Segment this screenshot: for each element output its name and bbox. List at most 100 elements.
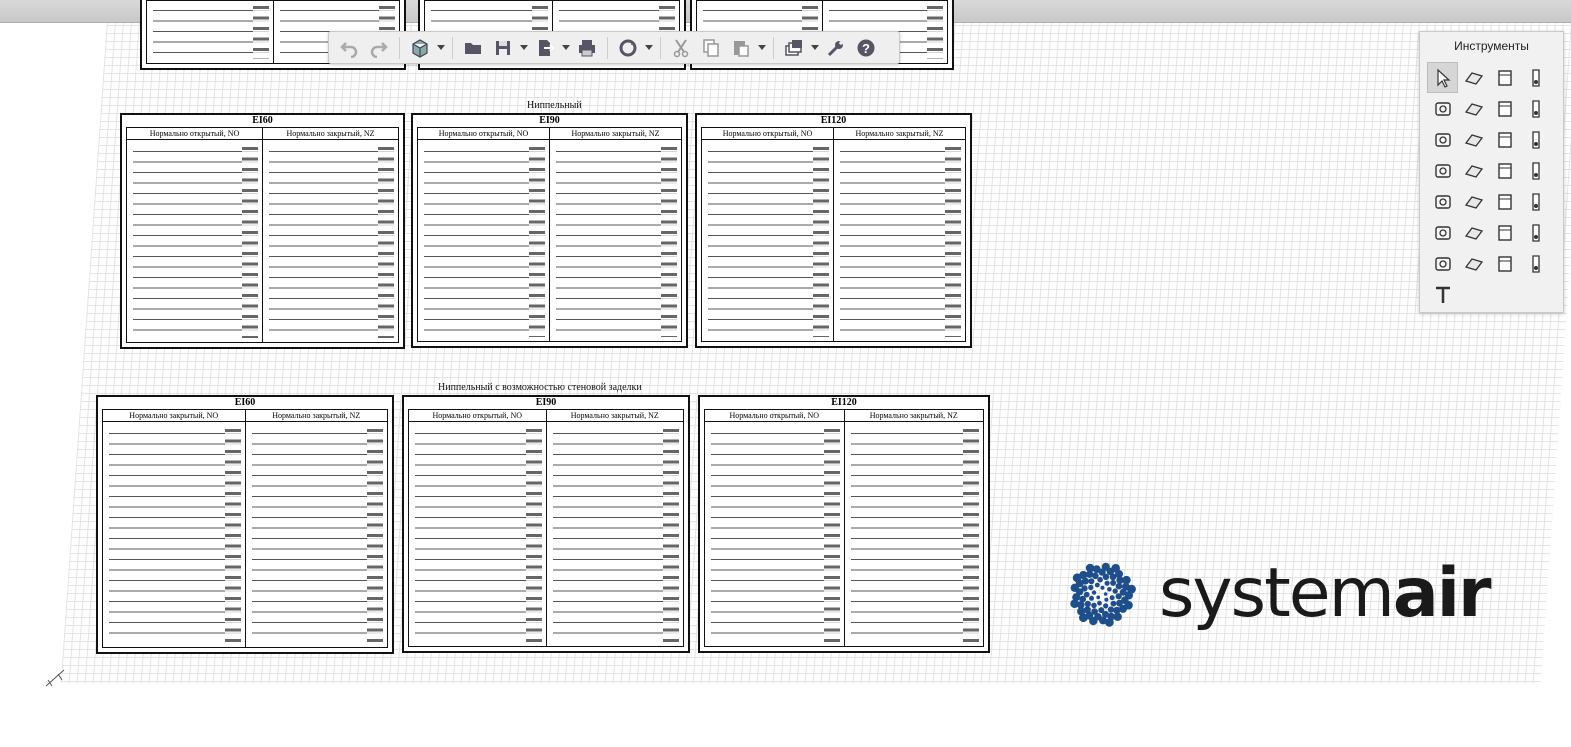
valve-icon-glyph xyxy=(1464,164,1483,178)
logo-dot xyxy=(1107,587,1112,592)
sheet-title: EI90 xyxy=(539,115,560,126)
curve-icon-glyph xyxy=(1497,255,1512,272)
panel-icon-glyph xyxy=(1531,223,1540,242)
shape-icon[interactable] xyxy=(1458,62,1489,93)
logo-dot xyxy=(1104,597,1109,602)
beam-icon[interactable] xyxy=(1458,93,1489,124)
logo-dot xyxy=(1103,592,1108,596)
column-icon-glyph xyxy=(1531,68,1540,87)
polyhedron-icon[interactable] xyxy=(1427,248,1458,279)
light-icon-glyph xyxy=(1434,225,1451,240)
pencil-icon[interactable] xyxy=(1489,93,1520,124)
help-icon[interactable]: ? xyxy=(852,35,880,61)
logo-text-light: system xyxy=(1159,554,1395,633)
logo-dot xyxy=(1104,580,1110,586)
layers-dropdown[interactable] xyxy=(810,35,820,61)
duct-bend-icon[interactable] xyxy=(1458,186,1489,217)
sprinkler-icon[interactable] xyxy=(1489,155,1520,186)
logo-dot xyxy=(1101,562,1110,571)
valve-icon[interactable] xyxy=(1458,155,1489,186)
cabinet-icon[interactable] xyxy=(1427,124,1458,155)
open-folder-icon[interactable] xyxy=(459,35,487,61)
column-header-nz: Нормально закрытый, NZ xyxy=(550,128,681,140)
door-icon[interactable] xyxy=(1520,93,1551,124)
toilet-icon-glyph xyxy=(1531,130,1540,149)
duct-fitting-icon[interactable] xyxy=(1489,186,1520,217)
logo-dot xyxy=(1094,582,1100,588)
undo-icon[interactable] xyxy=(335,35,363,61)
sheet-title: EI60 xyxy=(252,115,273,126)
damper-icon[interactable] xyxy=(1520,186,1551,217)
refresh-icon[interactable] xyxy=(614,35,642,61)
column-header-nz: Нормально закрытый, NZ xyxy=(834,128,965,140)
toilet-icon[interactable] xyxy=(1520,124,1551,155)
select-arrow-icon[interactable] xyxy=(1427,62,1458,93)
logo-dot xyxy=(1079,613,1088,623)
rectangle-icon[interactable] xyxy=(1489,62,1520,93)
shape-icon-glyph xyxy=(1464,71,1483,85)
export-dropdown[interactable] xyxy=(561,35,571,61)
drops-icon[interactable] xyxy=(1520,155,1551,186)
logo-dot xyxy=(1070,599,1079,608)
print-icon[interactable] xyxy=(573,35,601,61)
logo-dot xyxy=(1107,606,1115,613)
settings-wrench-icon[interactable] xyxy=(822,35,850,61)
pipe-fitting-icon[interactable] xyxy=(1489,124,1520,155)
fire-hydrant-icon[interactable] xyxy=(1458,124,1489,155)
dimension-icon[interactable] xyxy=(1458,248,1489,279)
logo-dot xyxy=(1070,583,1079,592)
save-dropdown[interactable] xyxy=(519,35,529,61)
sheet-ei90-nipple[interactable]: EI90 Нормально открытый, NO Нормально за… xyxy=(411,113,688,348)
column-header-nz: Нормально закрытый, NZ xyxy=(245,410,387,422)
fan-icon-glyph xyxy=(1434,194,1451,209)
logo-dot xyxy=(1124,600,1133,610)
column-header-no: Нормально открытый, NO xyxy=(127,128,262,140)
logo-dot xyxy=(1109,595,1115,601)
logo-dot xyxy=(1091,590,1097,595)
column-header-no: Нормально открытый, NO xyxy=(409,410,546,422)
sheet-title: EI120 xyxy=(831,397,857,408)
sheet-ei90-wall[interactable]: EI90 Нормально открытый, NO Нормально за… xyxy=(402,395,690,653)
washing-machine-icon-glyph xyxy=(1434,163,1451,178)
tools-panel-title: Инструменты xyxy=(1454,39,1529,53)
systemair-logo: systemair xyxy=(1062,552,1492,638)
save-icon[interactable] xyxy=(489,35,517,61)
tools-panel: Инструменты xyxy=(1419,31,1564,313)
sheet-ei120-wall[interactable]: EI120 Нормально открытый, NO Нормально з… xyxy=(698,395,990,653)
beam-icon-glyph xyxy=(1464,102,1483,116)
logo-dot xyxy=(1085,563,1095,573)
fan-icon[interactable] xyxy=(1427,186,1458,217)
duct-fitting-icon-glyph xyxy=(1497,193,1512,210)
logo-dot xyxy=(1089,595,1094,601)
cut-icon[interactable] xyxy=(667,35,695,61)
sheet-ei120-nipple[interactable]: EI120 Нормально открытый, NO Нормально з… xyxy=(695,113,972,348)
air-terminal-icon[interactable] xyxy=(1489,217,1520,248)
slab-icon[interactable] xyxy=(1427,93,1458,124)
duct-bend-icon-glyph xyxy=(1464,195,1483,209)
washing-machine-icon[interactable] xyxy=(1427,155,1458,186)
view-3d-dropdown[interactable] xyxy=(436,35,446,61)
redo-icon[interactable] xyxy=(365,35,393,61)
curve-icon[interactable] xyxy=(1489,248,1520,279)
panel-icon[interactable] xyxy=(1520,217,1551,248)
text-icon-glyph xyxy=(1435,286,1450,303)
smoke-fan-icon[interactable] xyxy=(1458,217,1489,248)
smoke-fan-icon-glyph xyxy=(1464,226,1483,240)
sheet-ei60-wall[interactable]: EI60 Нормально закрытый, NO Нормально за… xyxy=(96,395,394,654)
sheet-ei60-nipple[interactable]: EI60 Нормально открытый, NO Нормально за… xyxy=(120,113,405,349)
refresh-dropdown[interactable] xyxy=(644,35,654,61)
damper-icon-glyph xyxy=(1531,192,1540,211)
light-icon[interactable] xyxy=(1427,217,1458,248)
column-icon[interactable] xyxy=(1520,62,1551,93)
export-icon[interactable] xyxy=(531,35,559,61)
logo-dot xyxy=(1100,585,1105,590)
text-icon[interactable] xyxy=(1427,279,1458,310)
hatch-icon[interactable] xyxy=(1520,248,1551,279)
paste-icon[interactable] xyxy=(727,35,755,61)
view-3d-icon[interactable] xyxy=(406,35,434,61)
layers-icon[interactable] xyxy=(780,35,808,61)
logo-dot xyxy=(1097,600,1102,606)
column-header-nz: Нормально закрытый, NZ xyxy=(844,410,983,422)
paste-dropdown[interactable] xyxy=(757,35,767,61)
copy-icon[interactable] xyxy=(697,35,725,61)
